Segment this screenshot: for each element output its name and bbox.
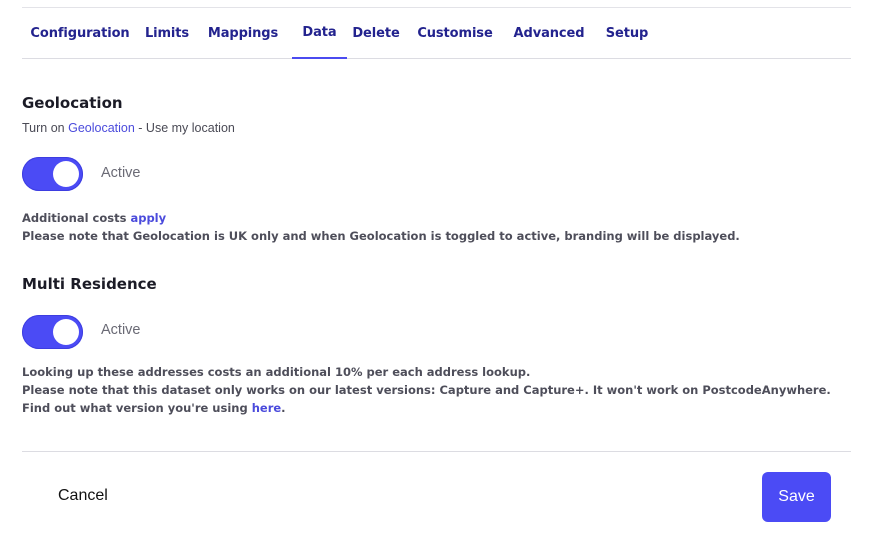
geolocation-title: Geolocation — [22, 94, 123, 112]
tab-mappings[interactable]: Mappings — [208, 8, 278, 59]
geolocation-subtitle-prefix: Turn on — [22, 121, 69, 135]
geolocation-uk-note: Please note that Geolocation is UK only … — [22, 229, 740, 243]
tab-limits[interactable]: Limits — [142, 8, 192, 59]
multi-residence-version-end: . — [281, 401, 286, 415]
tab-advanced[interactable]: Advanced — [514, 8, 585, 59]
tab-data[interactable]: Data — [292, 8, 347, 59]
multi-residence-note: Looking up these addresses costs an addi… — [22, 363, 842, 417]
multi-residence-toggle[interactable] — [22, 315, 83, 349]
toggle-knob — [53, 161, 79, 187]
geolocation-toggle[interactable] — [22, 157, 83, 191]
geolocation-link[interactable]: Geolocation — [68, 121, 135, 135]
cancel-button[interactable]: Cancel — [44, 476, 122, 516]
version-here-link[interactable]: here — [252, 401, 281, 415]
multi-residence-cost-line: Looking up these addresses costs an addi… — [22, 365, 531, 379]
costs-apply-link[interactable]: apply — [130, 211, 166, 225]
tab-configuration[interactable]: Configuration — [30, 8, 130, 59]
tab-customise[interactable]: Customise — [417, 8, 492, 59]
multi-residence-toggle-state: Active — [101, 322, 141, 338]
geolocation-costs-prefix: Additional costs — [22, 211, 131, 225]
multi-residence-version-line: Please note that this dataset only works… — [22, 381, 842, 417]
multi-residence-title: Multi Residence — [22, 275, 157, 293]
geolocation-subtitle-suffix: - Use my location — [134, 121, 235, 135]
tab-setup[interactable]: Setup — [605, 8, 649, 59]
footer-divider — [22, 451, 851, 452]
geolocation-toggle-state: Active — [101, 165, 141, 181]
toggle-knob — [53, 319, 79, 345]
tab-delete[interactable]: Delete — [352, 8, 399, 59]
geolocation-costs-line: Additional costs apply — [22, 209, 842, 227]
tab-bar: Configuration Limits Mappings Data Delet… — [22, 8, 851, 59]
multi-residence-version-text: Please note that this dataset only works… — [22, 383, 831, 415]
geolocation-note: Additional costs apply Please note that … — [22, 209, 842, 245]
geolocation-subtitle: Turn on Geolocation - Use my location — [22, 121, 235, 135]
save-button[interactable]: Save — [762, 472, 831, 522]
